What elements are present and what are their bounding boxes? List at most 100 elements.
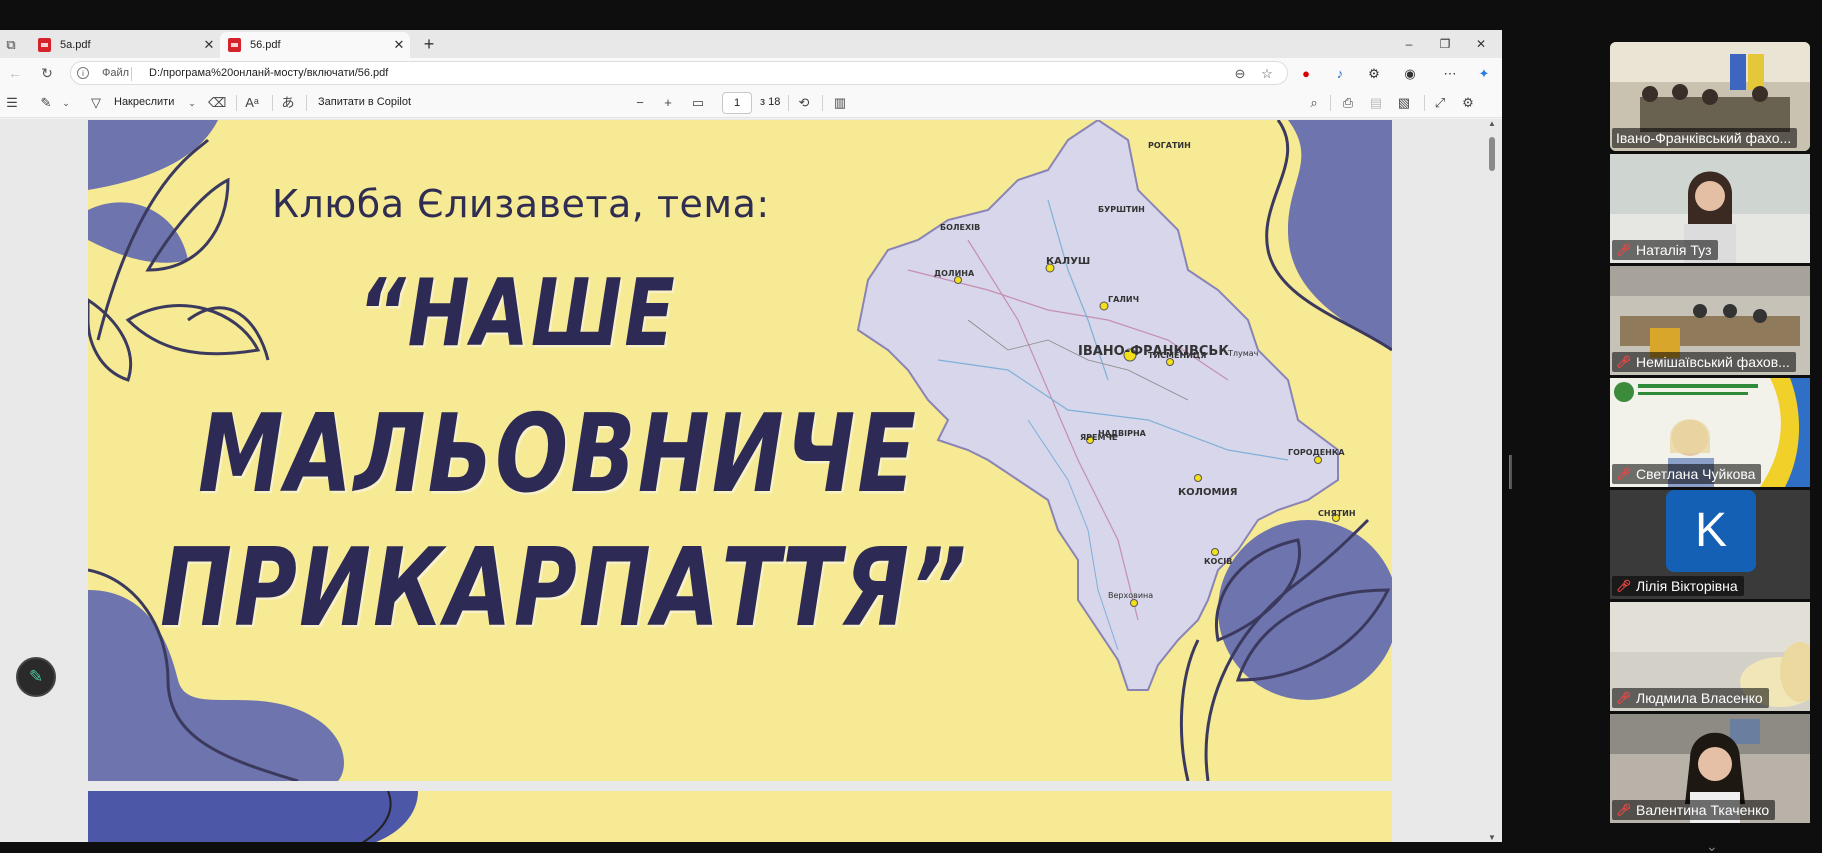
map-city-label: БУРШТИН <box>1098 205 1145 214</box>
address-input[interactable]: i Файл D:/програма%20онланй-мосту/включа… <box>70 61 1288 85</box>
participant-name-text: Валентина Ткаченко <box>1636 802 1770 818</box>
slide-title-line-2: МАЛЬОВНИЧЕ <box>198 392 918 517</box>
map-city-label: БОЛЕХІВ <box>940 223 980 232</box>
settings-gear-icon[interactable]: ⚙ <box>1460 94 1476 112</box>
vertical-scrollbar[interactable]: ▲ ▼ <box>1486 119 1498 842</box>
mic-off-icon: 🎤︎ <box>1616 803 1632 817</box>
leaf-shape <box>88 120 218 190</box>
video-panel: Івано-Франківський фахо... 🎤︎ Наталія Туз <box>1610 42 1810 832</box>
pdf-viewer[interactable]: ІВАНО-ФРАНКІВСЬК РОГАТИН ГАЛИЧ КАЛУШ БОЛ… <box>0 119 1502 842</box>
copilot-icon[interactable]: ✦ <box>1474 64 1494 84</box>
draw-icon[interactable]: ▽ <box>88 94 104 112</box>
mic-off-icon: 🎤︎ <box>1616 355 1632 369</box>
zoom-out-icon[interactable]: ⊖ <box>1231 65 1249 83</box>
map-city-label: Верховина <box>1108 591 1153 600</box>
restore-button[interactable]: ❐ <box>1428 34 1462 54</box>
participant-tile[interactable]: 🎤︎ Светлана Чуйкова <box>1610 378 1810 487</box>
new-tab-button[interactable]: + <box>418 32 440 56</box>
participant-tile[interactable]: 🎤︎ Людмила Власенко <box>1610 602 1810 711</box>
extensions-icon[interactable]: ⚙ <box>1364 64 1384 84</box>
map-city-label: ЯРЕМЧЕ <box>1080 433 1117 442</box>
window-close-button[interactable]: ✕ <box>1464 34 1498 54</box>
divider <box>822 95 823 111</box>
close-icon[interactable]: ✕ <box>388 37 410 53</box>
map-city-label: ДОЛИНА <box>934 269 975 278</box>
pdf-toolbar: ☰ ✎ ⌄ ▽ Накреслити ⌄ ⌫ Aᵃ あ Запитати в C… <box>0 88 1502 118</box>
url-text: D:/програма%20онланй-мосту/включати/56.p… <box>149 67 389 79</box>
scroll-down-icon[interactable]: ▼ <box>1487 833 1497 842</box>
participant-name-text: Наталія Туз <box>1636 242 1712 258</box>
contents-list-icon[interactable]: ☰ <box>4 94 20 112</box>
participant-name-text: Светлана Чуйкова <box>1636 466 1756 482</box>
save-icon[interactable]: ▤ <box>1368 94 1384 112</box>
divider <box>788 95 789 111</box>
scroll-up-icon[interactable]: ▲ <box>1487 119 1497 128</box>
mic-off-icon: 🎤︎ <box>1616 579 1632 593</box>
participant-name: 🎤︎ Немішаївський фахов... <box>1612 352 1796 372</box>
highlight-icon[interactable]: ✎ <box>38 94 54 112</box>
translate-icon[interactable]: あ <box>280 94 296 112</box>
info-icon[interactable]: i <box>77 67 89 79</box>
participant-name-text: Івано-Франківський фахо... <box>1616 130 1792 146</box>
minimize-button[interactable]: – <box>1392 34 1426 54</box>
zoom-in-button[interactable]: + <box>660 94 676 112</box>
rotate-icon[interactable]: ⟲ <box>796 94 812 112</box>
participant-name: 🎤︎ Людмила Власенко <box>1612 688 1769 708</box>
map-city-label: СНЯТИН <box>1318 509 1356 518</box>
participant-name-text: Людмила Власенко <box>1636 690 1763 706</box>
chevron-down-icon[interactable]: ⌄ <box>58 94 74 112</box>
search-icon[interactable]: ⌕ <box>1306 94 1322 112</box>
edit-pencil-button[interactable]: ✎ <box>16 657 56 697</box>
fit-page-icon[interactable]: ▭ <box>690 94 706 112</box>
reload-icon[interactable]: ↻ <box>36 63 58 83</box>
pdf-icon <box>38 38 51 52</box>
map-city-label: ТИСМЕНИЦЯ <box>1148 351 1206 360</box>
participant-tile[interactable]: 🎤︎ Валентина Ткаченко <box>1610 714 1810 823</box>
participant-tile[interactable]: K 🎤︎ Лілія Вікторівна <box>1610 490 1810 599</box>
participant-name-text: Лілія Вікторівна <box>1636 578 1738 594</box>
divider <box>1330 95 1331 111</box>
zoom-out-button[interactable]: − <box>632 94 648 112</box>
favorite-star-icon[interactable]: ☆ <box>1258 65 1276 83</box>
avatar: K <box>1666 490 1756 572</box>
pdf-page-next <box>88 791 1392 842</box>
close-icon[interactable]: ✕ <box>198 37 220 53</box>
page-number-input[interactable]: 1 <box>722 92 752 114</box>
map-city-label: Тлумач <box>1227 349 1258 358</box>
chevron-down-icon[interactable]: ⌄ <box>1706 838 1718 853</box>
ask-copilot-button[interactable]: Запитати в Copilot <box>318 96 411 108</box>
save-as-icon[interactable]: ▧ <box>1396 94 1412 112</box>
map-city-label: КОЛОМИЯ <box>1178 487 1238 498</box>
map-city-label: ГАЛИЧ <box>1108 295 1139 304</box>
slide-title-line-1: “НАШЕ <box>358 260 677 368</box>
divider <box>131 67 132 81</box>
profile-avatar[interactable]: ◉ <box>1400 64 1420 84</box>
chevron-down-icon[interactable]: ⌄ <box>184 94 200 112</box>
participant-tile[interactable]: 🎤︎ Наталія Туз <box>1610 154 1810 263</box>
browser-window: ⧉ 5a.pdf ✕ 56.pdf ✕ + – ❐ ✕ ← ↻ i Файл D… <box>0 30 1502 842</box>
scrollbar-thumb[interactable] <box>1489 137 1495 171</box>
opera-extension-icon[interactable]: ● <box>1296 64 1316 84</box>
audio-extension-icon[interactable]: ♪ <box>1330 64 1350 84</box>
mic-off-icon: 🎤︎ <box>1616 691 1632 705</box>
participant-name: Івано-Франківський фахо... <box>1612 128 1798 148</box>
tab-5a-pdf[interactable]: 5a.pdf ✕ <box>30 32 220 58</box>
print-icon[interactable]: ⎙ <box>1340 94 1356 112</box>
address-bar-row: ← ↻ i Файл D:/програма%20онланй-мосту/вк… <box>0 58 1502 88</box>
participant-tile[interactable]: 🎤︎ Немішаївський фахов... <box>1610 266 1810 375</box>
panel-splitter[interactable] <box>1509 455 1512 489</box>
tab-actions-icon[interactable]: ⧉ <box>0 34 22 56</box>
fullscreen-icon[interactable]: ⤢ <box>1432 94 1448 112</box>
slide-decorations <box>88 791 418 842</box>
participant-tile[interactable]: Івано-Франківський фахо... <box>1610 42 1810 151</box>
divider <box>272 95 273 111</box>
more-menu-icon[interactable]: ⋯ <box>1440 64 1460 84</box>
slide-subtitle: Клюба Єлизавета, тема: <box>272 182 770 226</box>
read-aloud-icon[interactable]: Aᵃ <box>244 94 260 112</box>
draw-button[interactable]: Накреслити <box>114 96 174 108</box>
participant-name: 🎤︎ Лілія Вікторівна <box>1612 576 1744 596</box>
back-icon[interactable]: ← <box>4 63 26 83</box>
page-view-icon[interactable]: ▥ <box>832 94 848 112</box>
tab-56-pdf[interactable]: 56.pdf ✕ <box>220 32 410 58</box>
eraser-icon[interactable]: ⌫ <box>208 94 226 112</box>
